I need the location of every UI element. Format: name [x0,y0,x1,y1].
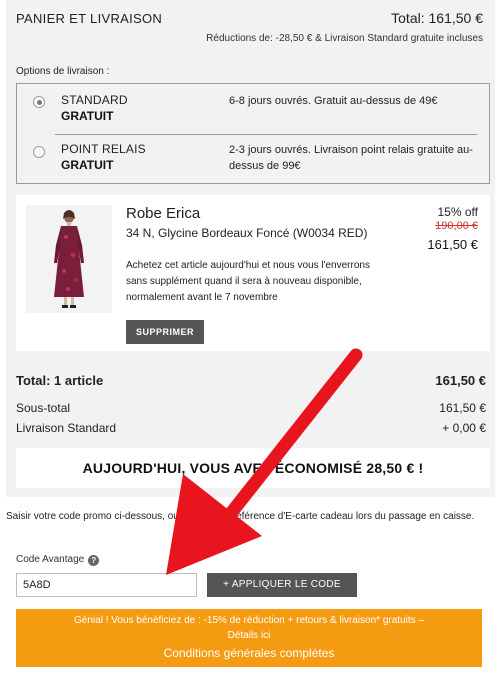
option-description: 6-8 jours ouvrés. Gratuit au-dessus de 4… [229,95,438,107]
cart-item: Robe Erica 34 N, Glycine Bordeaux Foncé … [16,195,490,351]
item-price: 161,50 € [427,237,478,252]
promo-code-label-text: Code Avantage [16,554,85,565]
promo-code-input[interactable] [16,573,197,597]
summary-total-row: Total: 1 article 161,50 € [16,373,486,388]
dress-model-image [26,205,112,313]
banner-details-link[interactable]: Détails ici [16,630,482,641]
delivery-options-box: STANDARD GRATUIT 6-8 jours ouvrés. Gratu… [16,83,490,184]
option-name: STANDARD [61,93,128,107]
delete-button[interactable]: SUPPRIMER [126,320,204,344]
option-price: GRATUIT [61,158,114,172]
summary-shipping-row: Livraison Standard + 0,00 € [16,421,486,435]
apply-code-button[interactable]: + APPLIQUER LE CODE [207,573,357,597]
shipping-label: Livraison Standard [16,421,117,435]
option-description: 2-3 jours ouvrés. Livraison point relais… [229,144,473,172]
banner-line-1: Génial ! Vous bénéficiez de : -15% de ré… [74,615,424,626]
product-image[interactable] [26,205,112,313]
summary-total-label: Total: 1 article [16,373,104,388]
cart-subtitle: Réductions de: -28,50 € & Livraison Stan… [206,33,483,44]
savings-banner: AUJOURD'HUI, VOUS AVEZ ÉCONOMISÉ 28,50 €… [16,448,490,488]
shipping-value: + 0,00 € [442,421,486,435]
promo-info-text: Saisir votre code promo ci-dessous, ou s… [6,511,475,522]
product-variant: 34 N, Glycine Bordeaux Foncé (W0034 RED) [126,226,368,240]
cart-title: PANIER ET LIVRAISON [16,11,163,26]
radio-standard[interactable] [33,96,45,108]
subtotal-label: Sous-total [16,401,71,415]
subtotal-value: 161,50 € [439,401,486,415]
option-name: POINT RELAIS [61,142,146,156]
radio-point-relais[interactable] [33,146,45,158]
promo-success-banner: Génial ! Vous bénéficiez de : -15% de ré… [16,609,482,667]
option-price: GRATUIT [61,109,114,123]
old-price: 190,00 € [435,220,478,232]
delivery-option-standard[interactable]: STANDARD GRATUIT 6-8 jours ouvrés. Gratu… [17,84,489,134]
cart-panel: PANIER ET LIVRAISON Total: 161,50 € Rédu… [6,0,495,497]
promo-code-label: Code Avantage? [16,554,100,566]
summary-total-value: 161,50 € [435,373,486,388]
product-name[interactable]: Robe Erica [126,205,200,222]
discount-badge: 15% off [437,205,478,219]
delivery-option-point-relais[interactable]: POINT RELAIS GRATUIT 2-3 jours ouvrés. L… [17,134,489,184]
banner-terms-link[interactable]: Conditions générales complètes [16,646,482,660]
cart-total: Total: 161,50 € [391,10,483,26]
summary-subtotal-row: Sous-total 161,50 € [16,401,486,415]
delivery-options-title: Options de livraison : [16,66,110,77]
help-icon[interactable]: ? [88,555,100,566]
backorder-note: Achetez cet article aujourd'hui et nous … [126,260,370,303]
